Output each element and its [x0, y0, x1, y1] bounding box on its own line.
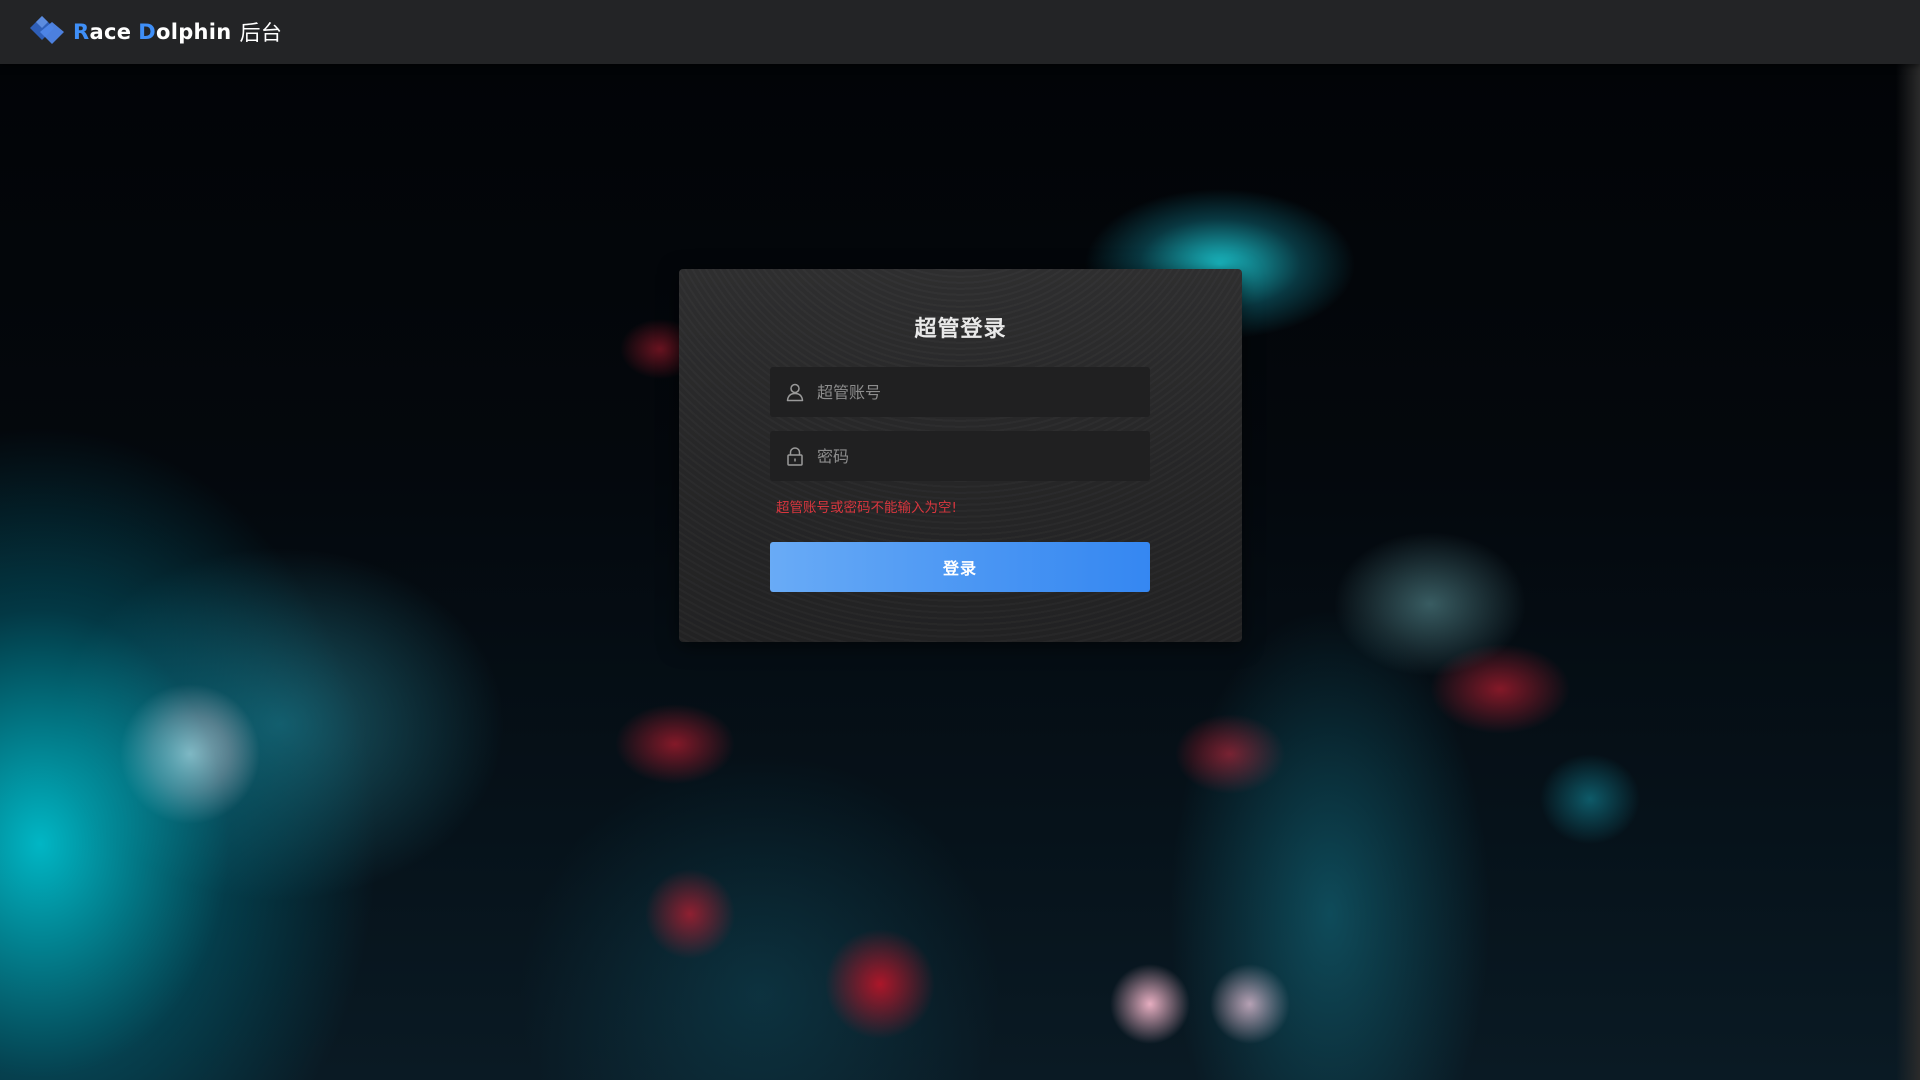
password-input[interactable] [817, 431, 1137, 481]
brand-initial-d: D [138, 20, 156, 44]
user-icon [786, 383, 804, 402]
diamond-logo-icon [30, 16, 64, 44]
brand-name[interactable]: Race Dolphin 后台 [73, 16, 282, 48]
login-card: 超管登录 超管账号或密码不能输入为空! 登录 [679, 269, 1242, 642]
brand-initial-r: R [73, 20, 90, 44]
account-input[interactable] [817, 367, 1137, 417]
account-field[interactable] [770, 367, 1150, 417]
validation-error-message: 超管账号或密码不能输入为空! [776, 500, 957, 516]
brand-word-dolphin-rest: olphin [155, 20, 232, 44]
brand-suffix: 后台 [239, 21, 283, 45]
brand-word-race-rest: ace [89, 20, 132, 44]
lock-icon [787, 447, 803, 466]
password-field[interactable] [770, 431, 1150, 481]
top-header: Race Dolphin 后台 [0, 0, 1920, 64]
login-title: 超管登录 [914, 317, 1007, 342]
login-button[interactable]: 登录 [770, 542, 1150, 592]
